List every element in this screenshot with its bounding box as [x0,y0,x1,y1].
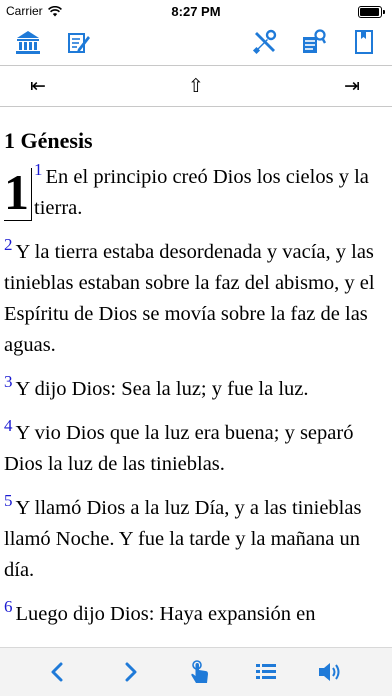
top-toolbar [0,22,392,62]
verse-number: 3 [4,372,13,391]
status-time: 8:27 PM [171,4,221,19]
status-bar: Carrier 8:27 PM [0,0,392,22]
tools-icon[interactable] [251,28,279,56]
speaker-icon[interactable] [316,658,344,686]
verse-2[interactable]: 2Y la tierra estaba desordenada y vacía,… [4,235,388,361]
verse-number: 6 [4,597,13,616]
verse-6[interactable]: 6 Luego dijo Dios: Haya expansión en [4,597,388,630]
next-chapter-button[interactable]: ⇥ [344,75,360,97]
toolbar-divider [0,65,392,66]
verse-number: 4 [4,416,13,435]
verse-number: 1 [34,160,43,179]
verse-text: Y dijo Dios: Sea la luz; y fue la luz. [15,378,309,400]
verse-4[interactable]: 4Y vio Dios que la luz era buena; y sepa… [4,416,388,480]
edit-note-icon[interactable] [64,28,92,56]
search-text-icon[interactable] [300,28,328,56]
verse-text: Y vio Dios que la luz era buena; y separ… [4,422,354,475]
verse-5[interactable]: 5Y llamó Dios a la luz Día, y a las tini… [4,491,388,586]
battery-icon [358,6,385,18]
chapter-number: 1 [4,167,32,221]
scripture-reader[interactable]: 1 Génesis 1 1 En el principio creó Dios l… [4,118,388,648]
chevron-left-icon[interactable] [44,658,72,686]
up-button[interactable]: ⇧ [188,75,204,97]
verse-1[interactable]: 1 1 En el principio creó Dios los cielos … [4,160,388,224]
list-icon[interactable] [252,658,280,686]
verse-3[interactable]: 3Y dijo Dios: Sea la luz; y fue la luz. [4,372,388,405]
bookmark-page-icon[interactable] [350,28,378,56]
verse-text: En el principio creó Dios los cielos y l… [34,166,369,219]
tap-icon[interactable] [186,658,214,686]
previous-chapter-button[interactable]: ⇤ [30,75,46,97]
verse-text: Luego dijo Dios: Haya expansión en [15,603,316,625]
book-title: 1 Génesis [4,128,93,153]
chapter-nav: ⇤ ⇧ ⇥ [0,67,392,107]
verse-text: Y llamó Dios a la luz Día, y a las tinie… [4,497,362,581]
bottom-toolbar [0,647,392,696]
verse-number: 2 [4,235,13,254]
verse-number: 5 [4,491,13,510]
verse-text: Y la tierra estaba desordenada y vacía, … [4,241,375,356]
nav-divider [0,106,392,107]
bank-icon[interactable] [14,28,42,56]
chevron-right-icon[interactable] [116,658,144,686]
